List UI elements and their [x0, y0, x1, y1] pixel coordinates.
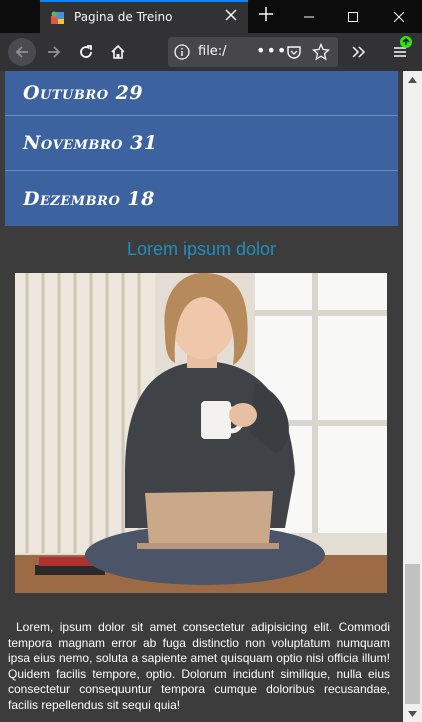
month-label: Novembro 31	[23, 132, 158, 154]
pocket-icon[interactable]	[286, 44, 302, 60]
url-bar[interactable]: file:/ •••	[168, 37, 338, 67]
month-label: Dezembro 18	[23, 187, 155, 210]
tab-title: Pagina de Treino	[74, 10, 173, 24]
info-icon[interactable]	[174, 44, 190, 60]
window-close-icon[interactable]	[376, 0, 422, 33]
star-icon[interactable]	[312, 43, 330, 61]
body-paragraph: Lorem, ipsum dolor sit amet consectetur …	[8, 620, 390, 712]
woman-laptop-photo	[15, 273, 387, 593]
page-actions-button[interactable]: •••	[256, 41, 287, 60]
overflow-chevrons-icon[interactable]	[344, 38, 372, 66]
scrollbar[interactable]	[403, 71, 422, 722]
month-item[interactable]: Novembro 31	[5, 116, 398, 171]
favicon-icon	[51, 11, 64, 24]
section-title: Lorem ipsum dolor	[126, 239, 277, 259]
title-bar: Pagina de Treino	[0, 0, 422, 33]
page-viewport[interactable]: Outubro 29 Novembro 31 Dezembro 18 Lorem…	[0, 71, 403, 722]
reload-icon[interactable]	[72, 38, 100, 66]
back-arrow-icon[interactable]	[8, 38, 36, 66]
close-icon[interactable]	[222, 7, 240, 25]
month-item[interactable]: Dezembro 18	[5, 171, 398, 226]
maximize-icon[interactable]	[330, 0, 376, 33]
browser-window: Pagina de Treino file:/ ••• Outubro 29 N…	[0, 0, 422, 722]
home-icon[interactable]	[104, 38, 132, 66]
scroll-up-icon[interactable]	[403, 71, 422, 88]
url-text[interactable]: file:/	[198, 44, 248, 59]
minimize-icon[interactable]	[286, 0, 332, 33]
month-item[interactable]: Outubro 29	[5, 71, 398, 116]
month-label: Outubro 29	[23, 82, 144, 104]
update-badge-icon	[400, 36, 412, 48]
forward-arrow-icon[interactable]	[40, 38, 68, 66]
nav-toolbar: file:/ •••	[0, 33, 422, 71]
scroll-down-icon[interactable]	[403, 705, 422, 722]
scrollbar-thumb[interactable]	[405, 564, 420, 704]
plus-icon[interactable]	[254, 3, 278, 27]
month-list: Outubro 29 Novembro 31 Dezembro 18	[5, 71, 398, 226]
browser-tab[interactable]: Pagina de Treino	[40, 0, 248, 33]
menu-icon[interactable]	[386, 36, 414, 66]
